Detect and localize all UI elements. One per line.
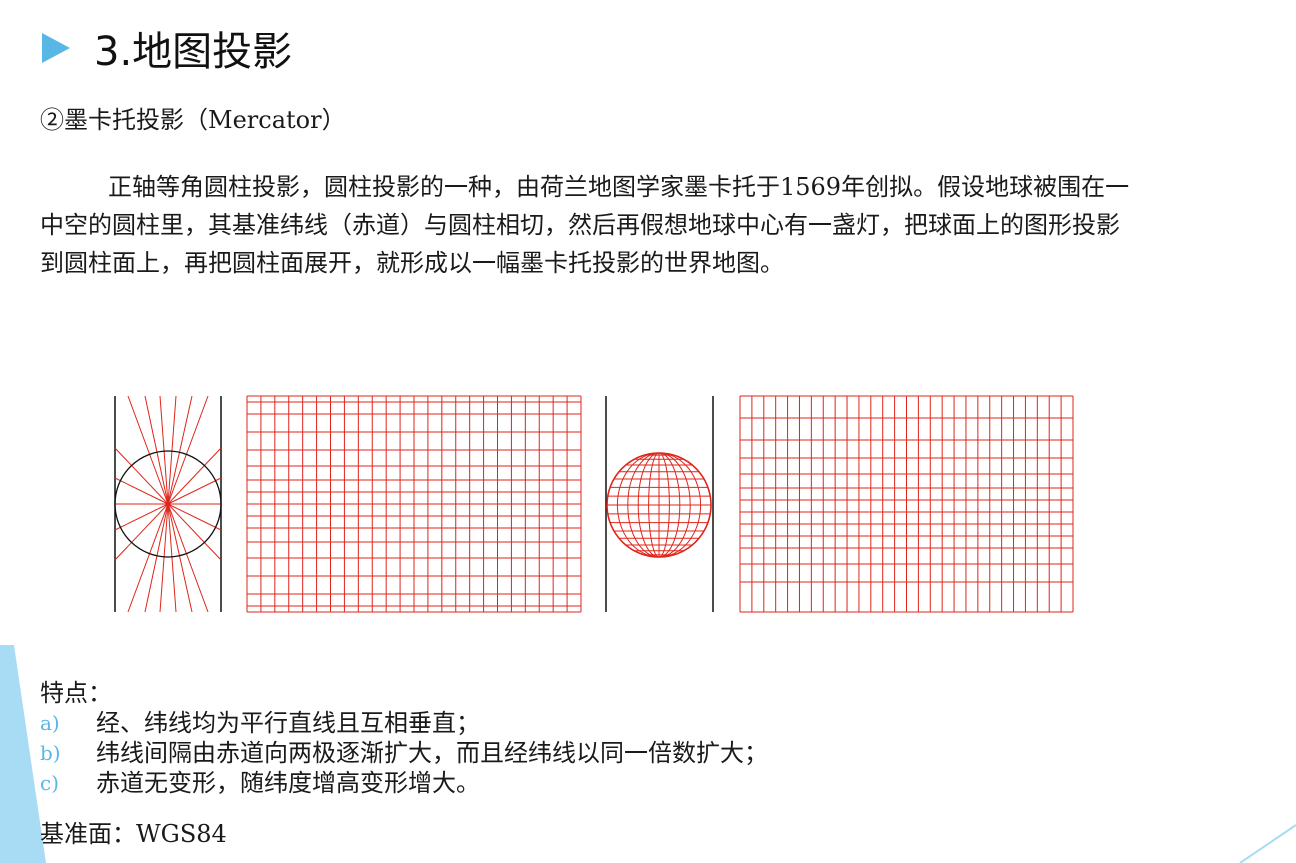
description-paragraph: 正轴等角圆柱投影，圆柱投影的一种，由荷兰地图学家墨卡托于1569年创拟。假设地球… [40,168,1130,282]
feature-item: c) 赤道无变形，随纬度增高变形增大。 [40,768,768,798]
projected-grid-left [246,395,582,613]
title-row: 3.地图投影 [42,18,292,78]
feature-text: 经、纬线均为平行直线且互相垂直； [96,709,480,737]
feature-letter: a) [40,711,60,735]
datum-line: 基准面：WGS84 [40,820,227,848]
feature-letter: b) [40,741,61,765]
features-section: 特点： a) 经、纬线均为平行直线且互相垂直； b) 纬线间隔由赤道向两极逐渐扩… [40,678,768,798]
feature-text: 赤道无变形，随纬度增高变形增大。 [96,769,480,797]
mercator-projection-diagram [114,395,1074,613]
projected-grid-right [739,395,1074,613]
feature-letter: c) [40,771,60,795]
subtitle: ②墨卡托投影（Mercator） [40,106,346,134]
slide-title: 3.地图投影 [94,29,293,75]
play-triangle-icon [42,33,70,63]
paragraph-text: 正轴等角圆柱投影，圆柱投影的一种，由荷兰地图学家墨卡托于1569年创拟。假设地球… [40,173,1130,277]
features-heading: 特点： [40,679,112,707]
projection-ray [159,503,169,613]
feature-item: a) 经、纬线均为平行直线且互相垂直； [40,708,768,738]
globe-in-cylinder [605,396,714,612]
cylinder-light-projection [114,395,222,613]
feature-item: b) 纬线间隔由赤道向两极逐渐扩大，而且经纬线以同一倍数扩大； [40,738,768,768]
feature-text: 纬线间隔由赤道向两极逐渐扩大，而且经纬线以同一倍数扩大； [96,739,768,767]
projection-ray [159,395,169,505]
